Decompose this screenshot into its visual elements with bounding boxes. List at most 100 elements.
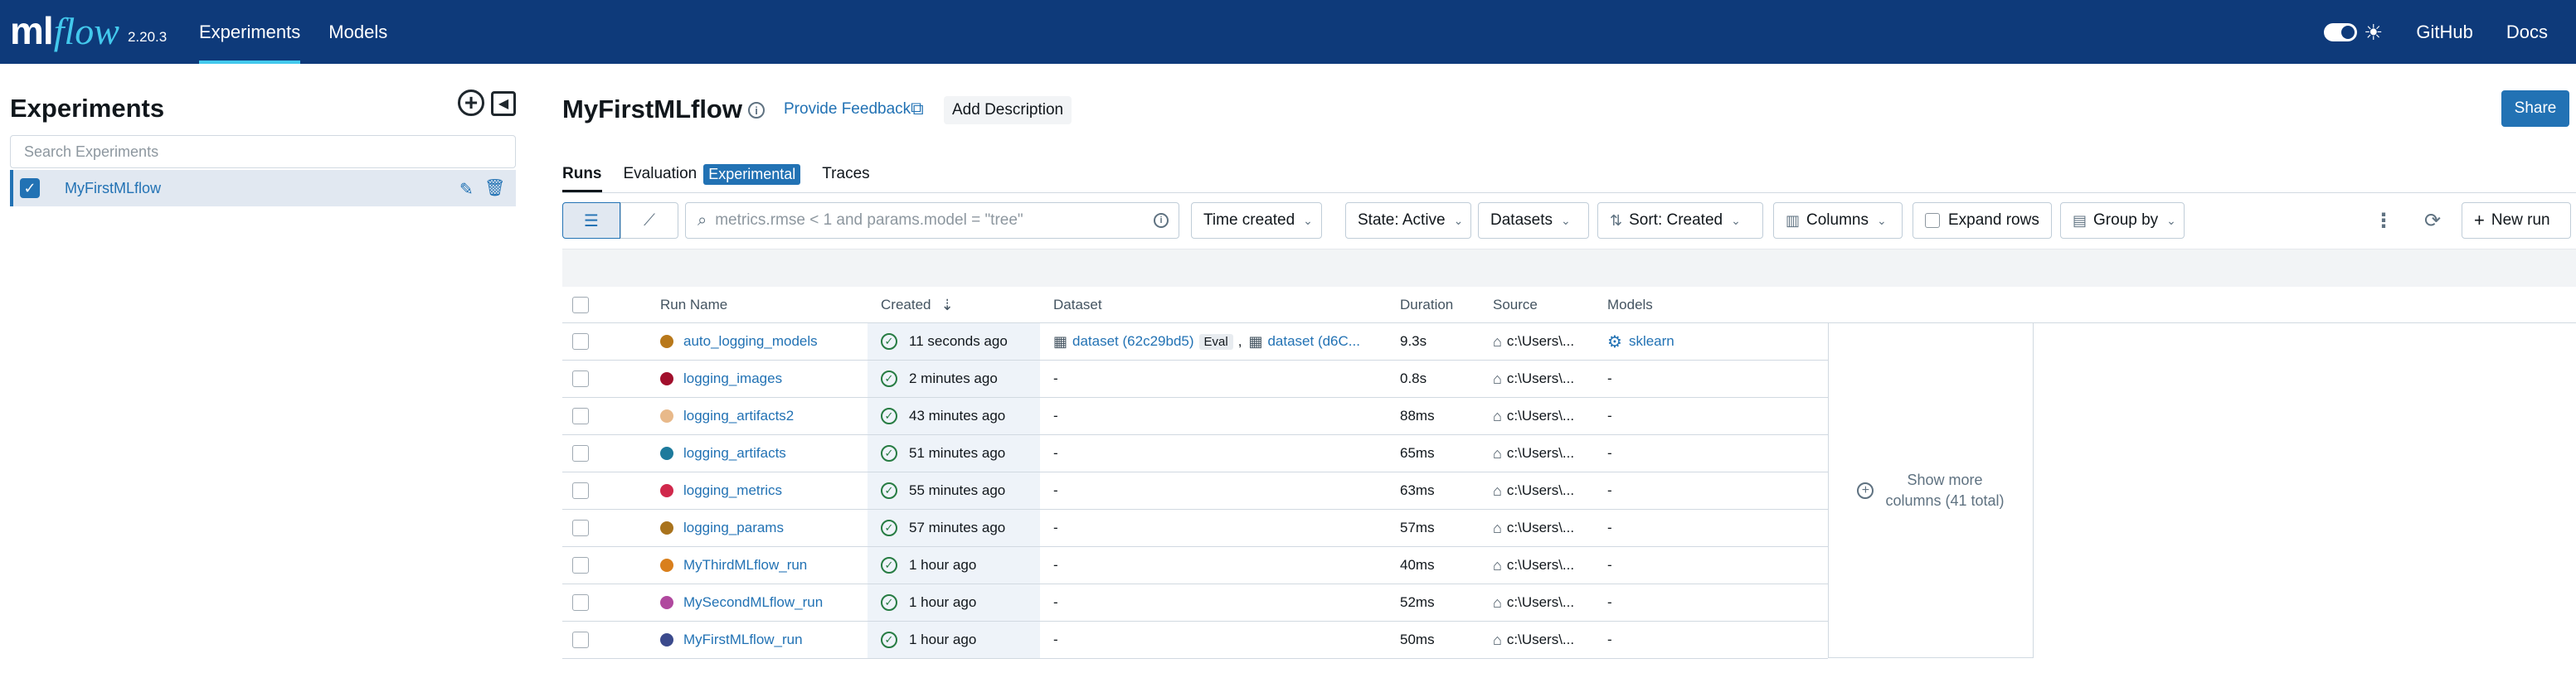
run-link[interactable]: logging_artifacts2	[683, 408, 794, 424]
refresh-icon[interactable]: ⟳	[2420, 202, 2445, 239]
header-created[interactable]: Created ⇣	[881, 287, 954, 323]
source-value[interactable]: c:\Users\...	[1507, 520, 1574, 536]
created-value: 1 hour ago	[909, 594, 977, 610]
table-view-toggle[interactable]: ☰	[562, 202, 620, 239]
create-experiment-button[interactable]: +	[458, 90, 484, 116]
created-cell: ✓ 43 minutes ago	[868, 398, 1040, 434]
run-color-dot[interactable]	[660, 447, 673, 460]
run-link[interactable]: logging_params	[683, 520, 784, 536]
docs-link[interactable]: Docs	[2506, 22, 2548, 43]
created-cell: ✓ 2 minutes ago	[868, 361, 1040, 397]
collapse-sidebar-button[interactable]: ◀	[491, 91, 516, 116]
run-name-cell: logging_artifacts2	[660, 398, 871, 434]
dataset-cell: -	[1053, 370, 1058, 386]
runs-search-input[interactable]: ⌕ metrics.rmse < 1 and params.model = "t…	[685, 202, 1179, 239]
show-more-columns-button[interactable]: + Show more columns (41 total)	[1828, 323, 2034, 658]
experiment-checkbox[interactable]: ✓	[20, 178, 40, 198]
dataset-link[interactable]: dataset (d6C...	[1267, 333, 1360, 350]
run-link[interactable]: MyFirstMLflow_run	[683, 632, 803, 648]
run-link[interactable]: MySecondMLflow_run	[683, 594, 823, 611]
header-duration[interactable]: Duration	[1400, 287, 1453, 323]
trash-icon[interactable]: 🗑	[484, 177, 505, 198]
run-color-dot[interactable]	[660, 409, 673, 423]
table-icon: ▦	[1248, 332, 1263, 350]
nav-experiments[interactable]: Experiments	[199, 0, 301, 64]
new-run-label: New run	[2491, 211, 2550, 229]
expand-rows-toggle[interactable]: Expand rows	[1913, 202, 2052, 239]
dataset-link[interactable]: dataset (62c29bd5)	[1072, 333, 1194, 350]
run-link[interactable]: logging_metrics	[683, 482, 782, 499]
sort-dropdown[interactable]: ⇅ Sort: Created ⌄	[1597, 202, 1763, 239]
created-cell: ✓ 1 hour ago	[868, 547, 1040, 584]
models-cell: -	[1607, 632, 1612, 647]
header-dataset[interactable]: Dataset	[1053, 287, 1102, 323]
sidebar-item-myfirstmlflow[interactable]: ✓ MyFirstMLflow ✎ 🗑	[10, 170, 516, 206]
model-link[interactable]: sklearn	[1629, 333, 1674, 350]
source-value[interactable]: c:\Users\...	[1507, 408, 1574, 424]
share-button[interactable]: Share	[2501, 90, 2569, 127]
run-color-dot[interactable]	[660, 484, 673, 497]
row-checkbox[interactable]	[572, 557, 589, 574]
row-checkbox[interactable]	[572, 333, 589, 350]
chart-view-toggle[interactable]: ⟋	[620, 202, 678, 239]
run-color-dot[interactable]	[660, 521, 673, 535]
run-color-dot[interactable]	[660, 596, 673, 609]
nav-models[interactable]: Models	[328, 0, 387, 64]
duration-cell: 0.8s	[1400, 370, 1427, 386]
info-icon[interactable]: i	[748, 102, 765, 119]
row-checkbox[interactable]	[572, 482, 589, 499]
run-link[interactable]: logging_artifacts	[683, 445, 786, 462]
run-link[interactable]: logging_images	[683, 370, 782, 387]
tab-evaluation[interactable]: Evaluation Experimental	[624, 159, 801, 189]
mlflow-logo[interactable]: ml flow 2.20.3	[10, 2, 167, 60]
chevron-down-icon: ⌄	[1731, 213, 1741, 227]
row-checkbox[interactable]	[572, 520, 589, 536]
search-help-icon[interactable]: i	[1154, 213, 1169, 228]
run-color-dot[interactable]	[660, 335, 673, 348]
header-run-name[interactable]: Run Name	[660, 287, 727, 323]
source-value[interactable]: c:\Users\...	[1507, 557, 1574, 574]
row-checkbox[interactable]	[572, 594, 589, 611]
expand-rows-checkbox[interactable]	[1925, 213, 1940, 228]
row-checkbox[interactable]	[572, 445, 589, 462]
more-options-icon[interactable]: ⋮	[2374, 202, 2394, 239]
models-cell: -	[1607, 370, 1612, 386]
source-value[interactable]: c:\Users\...	[1507, 333, 1574, 350]
add-description-button[interactable]: Add Description	[944, 96, 1072, 124]
theme-toggle[interactable]	[2324, 22, 2358, 41]
runs-toolbar: ☰ ⟋ ⌕ metrics.rmse < 1 and params.model …	[562, 202, 2576, 239]
new-run-button[interactable]: + New run	[2462, 202, 2571, 239]
pencil-icon[interactable]: ✎	[459, 179, 474, 200]
plus-icon: +	[2474, 210, 2485, 230]
source-value[interactable]: c:\Users\...	[1507, 445, 1574, 462]
run-color-dot[interactable]	[660, 633, 673, 647]
source-value[interactable]: c:\Users\...	[1507, 482, 1574, 499]
group-by-dropdown[interactable]: ▤ Group by ⌄	[2060, 202, 2185, 239]
chevron-down-icon: ⌄	[1453, 213, 1464, 227]
github-link[interactable]: GitHub	[2416, 22, 2472, 43]
time-created-dropdown[interactable]: Time created ⌄	[1191, 202, 1322, 239]
header-models[interactable]: Models	[1607, 287, 1653, 323]
state-dropdown[interactable]: State: Active ⌄	[1345, 202, 1471, 239]
check-circle-icon: ✓	[881, 445, 897, 462]
columns-dropdown[interactable]: ▥ Columns ⌄	[1773, 202, 1903, 239]
source-value[interactable]: c:\Users\...	[1507, 632, 1574, 648]
run-color-dot[interactable]	[660, 559, 673, 572]
header-source[interactable]: Source	[1493, 287, 1538, 323]
row-checkbox[interactable]	[572, 370, 589, 387]
row-checkbox[interactable]	[572, 408, 589, 424]
search-experiments-input[interactable]	[10, 135, 516, 168]
run-link[interactable]: auto_logging_models	[683, 333, 818, 350]
run-color-dot[interactable]	[660, 372, 673, 385]
tab-traces[interactable]: Traces	[822, 159, 869, 189]
tab-runs[interactable]: Runs	[562, 159, 602, 192]
dataset-cell: ▦ dataset (62c29bd5) Eval , ▦ dataset (d…	[1053, 332, 1360, 350]
datasets-dropdown[interactable]: Datasets ⌄	[1478, 202, 1589, 239]
select-all-checkbox[interactable]	[572, 297, 589, 313]
source-value[interactable]: c:\Users\...	[1507, 594, 1574, 611]
row-checkbox[interactable]	[572, 632, 589, 648]
run-link[interactable]: MyThirdMLflow_run	[683, 557, 807, 574]
source-value[interactable]: c:\Users\...	[1507, 370, 1574, 387]
provide-feedback-link[interactable]: Provide Feedback	[784, 100, 911, 119]
check-circle-icon: ✓	[881, 370, 897, 387]
